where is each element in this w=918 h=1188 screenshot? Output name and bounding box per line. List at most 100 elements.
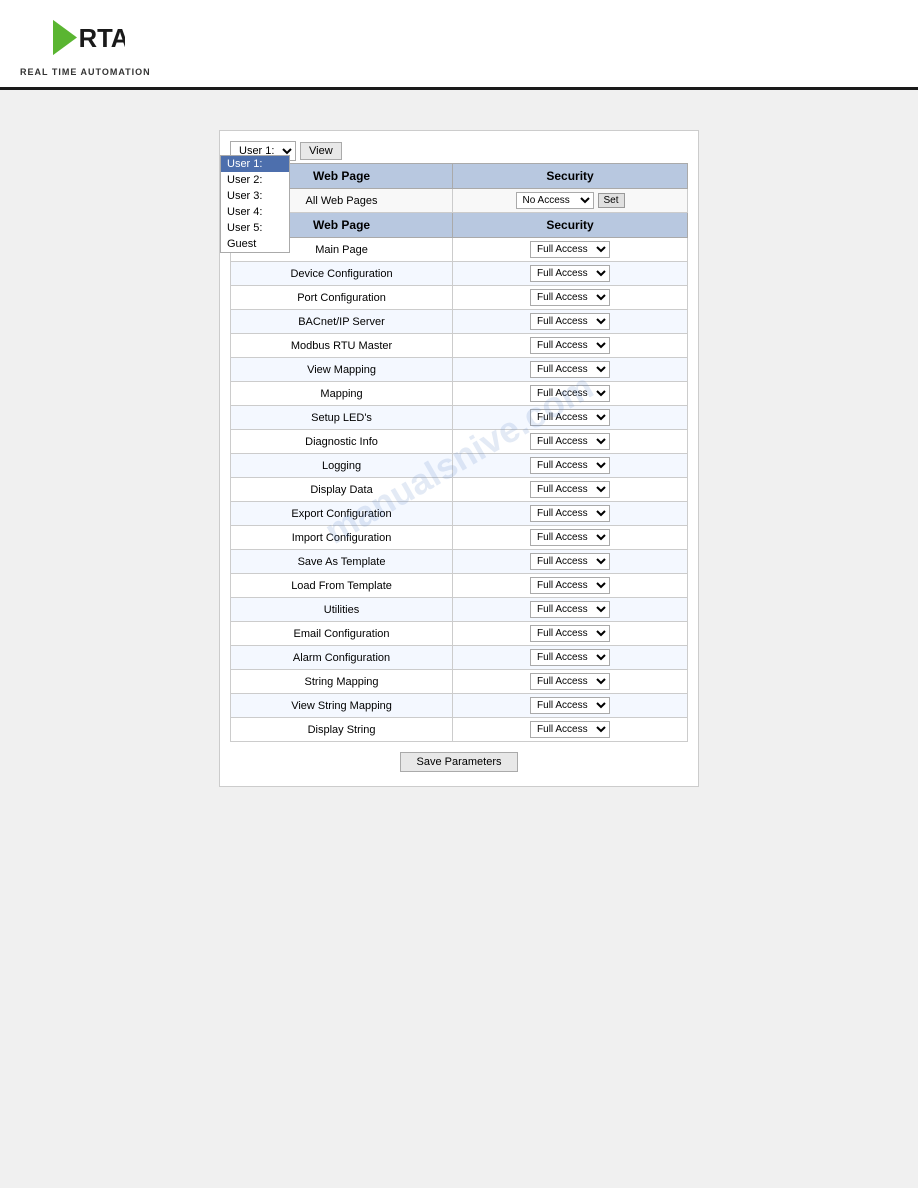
main-content: manualsnive.com User 1: User 2: User 3: … — [0, 90, 918, 827]
access-select[interactable]: Full AccessRead OnlyNo Access — [530, 697, 610, 714]
table-row: Utilities Full AccessRead OnlyNo Access — [231, 598, 688, 622]
security-cell: Full AccessRead OnlyNo Access — [453, 478, 688, 502]
webpage-label: Export Configuration — [231, 502, 453, 526]
svg-text:RTA: RTA — [79, 25, 125, 53]
access-select[interactable]: Full AccessRead OnlyNo Access — [530, 409, 610, 426]
dropdown-item-user2[interactable]: User 2: — [221, 172, 289, 188]
webpage-label: View Mapping — [231, 358, 453, 382]
security-cell: Full AccessRead OnlyNo Access — [453, 358, 688, 382]
table-row: Diagnostic Info Full AccessRead OnlyNo A… — [231, 430, 688, 454]
security-cell: Full AccessRead OnlyNo Access — [453, 382, 688, 406]
header-security-col: Security — [453, 164, 688, 189]
dropdown-item-user1[interactable]: User 1: — [221, 156, 289, 172]
access-select[interactable]: Full AccessRead OnlyNo Access — [530, 241, 610, 258]
webpage-label: Setup LED's — [231, 406, 453, 430]
table-row: Display Data Full AccessRead OnlyNo Acce… — [231, 478, 688, 502]
table-row: Display String Full AccessRead OnlyNo Ac… — [231, 718, 688, 742]
webpage-label: String Mapping — [231, 670, 453, 694]
sub-header-security: Security — [453, 213, 688, 238]
access-select[interactable]: Full AccessRead OnlyNo Access — [530, 673, 610, 690]
access-select[interactable]: Full AccessRead OnlyNo Access — [530, 529, 610, 546]
save-parameters-button[interactable]: Save Parameters — [400, 752, 519, 772]
security-cell: Full AccessRead OnlyNo Access — [453, 406, 688, 430]
set-button[interactable]: Set — [598, 193, 625, 208]
webpage-label: Display String — [231, 718, 453, 742]
security-cell: Full AccessRead OnlyNo Access — [453, 694, 688, 718]
webpage-label: BACnet/IP Server — [231, 310, 453, 334]
table-row: Import Configuration Full AccessRead Onl… — [231, 526, 688, 550]
table-row: Mapping Full AccessRead OnlyNo Access — [231, 382, 688, 406]
access-select[interactable]: Full AccessRead OnlyNo Access — [530, 265, 610, 282]
access-select[interactable]: Full AccessRead OnlyNo Access — [530, 577, 610, 594]
dropdown-item-user4[interactable]: User 4: — [221, 204, 289, 220]
access-select[interactable]: Full AccessRead OnlyNo Access — [530, 433, 610, 450]
security-cell: Full AccessRead OnlyNo Access — [453, 718, 688, 742]
access-select[interactable]: Full AccessRead OnlyNo Access — [530, 361, 610, 378]
webpage-label: Display Data — [231, 478, 453, 502]
table-row: Main Page Full AccessRead OnlyNo Access — [231, 238, 688, 262]
security-cell: Full AccessRead OnlyNo Access — [453, 430, 688, 454]
webpage-label: Port Configuration — [231, 286, 453, 310]
all-pages-access-select[interactable]: No Access Read Only Full Access — [516, 192, 594, 209]
access-select[interactable]: Full AccessRead OnlyNo Access — [530, 505, 610, 522]
access-select[interactable]: Full AccessRead OnlyNo Access — [530, 625, 610, 642]
table-row: View String Mapping Full AccessRead Only… — [231, 694, 688, 718]
security-cell: Full AccessRead OnlyNo Access — [453, 622, 688, 646]
security-cell: Full AccessRead OnlyNo Access — [453, 670, 688, 694]
table-row: Load From Template Full AccessRead OnlyN… — [231, 574, 688, 598]
dropdown-item-user5[interactable]: User 5: — [221, 220, 289, 236]
table-row: String Mapping Full AccessRead OnlyNo Ac… — [231, 670, 688, 694]
all-pages-row: All Web Pages No Access Read Only Full A… — [231, 189, 688, 213]
logo-container: RTA REAL TIME AUTOMATION — [20, 10, 151, 77]
table-row: Port Configuration Full AccessRead OnlyN… — [231, 286, 688, 310]
webpage-label: Load From Template — [231, 574, 453, 598]
security-cell: Full AccessRead OnlyNo Access — [453, 334, 688, 358]
user-dropdown-menu[interactable]: User 1: User 2: User 3: User 4: User 5: … — [220, 155, 290, 253]
security-cell: Full AccessRead OnlyNo Access — [453, 262, 688, 286]
access-select[interactable]: Full AccessRead OnlyNo Access — [530, 601, 610, 618]
dropdown-item-user3[interactable]: User 3: — [221, 188, 289, 204]
webpage-label: Logging — [231, 454, 453, 478]
security-cell: Full AccessRead OnlyNo Access — [453, 646, 688, 670]
access-select[interactable]: Full AccessRead OnlyNo Access — [530, 553, 610, 570]
security-cell: Full AccessRead OnlyNo Access — [453, 310, 688, 334]
all-pages-security-cell: No Access Read Only Full Access Set — [453, 189, 688, 213]
rta-logo-icon: RTA — [45, 10, 125, 65]
webpage-label: Save As Template — [231, 550, 453, 574]
webpage-label: Diagnostic Info — [231, 430, 453, 454]
table-row: View Mapping Full AccessRead OnlyNo Acce… — [231, 358, 688, 382]
panel: manualsnive.com User 1: User 2: User 3: … — [219, 130, 699, 787]
security-cell: Full AccessRead OnlyNo Access — [453, 238, 688, 262]
access-select[interactable]: Full AccessRead OnlyNo Access — [530, 721, 610, 738]
set-area: No Access Read Only Full Access Set — [461, 192, 679, 209]
webpage-label: Alarm Configuration — [231, 646, 453, 670]
webpage-label: Utilities — [231, 598, 453, 622]
webpage-label: Device Configuration — [231, 262, 453, 286]
table-row: Setup LED's Full AccessRead OnlyNo Acces… — [231, 406, 688, 430]
webpage-label: View String Mapping — [231, 694, 453, 718]
table-row: Email Configuration Full AccessRead Only… — [231, 622, 688, 646]
access-select[interactable]: Full AccessRead OnlyNo Access — [530, 481, 610, 498]
table-row: Device Configuration Full AccessRead Onl… — [231, 262, 688, 286]
access-select[interactable]: Full AccessRead OnlyNo Access — [530, 289, 610, 306]
access-select[interactable]: Full AccessRead OnlyNo Access — [530, 385, 610, 402]
webpage-label: Import Configuration — [231, 526, 453, 550]
access-select[interactable]: Full AccessRead OnlyNo Access — [530, 649, 610, 666]
dropdown-item-guest[interactable]: Guest — [221, 236, 289, 252]
table-row: Alarm Configuration Full AccessRead Only… — [231, 646, 688, 670]
webpage-label: Email Configuration — [231, 622, 453, 646]
security-cell: Full AccessRead OnlyNo Access — [453, 598, 688, 622]
access-select[interactable]: Full AccessRead OnlyNo Access — [530, 337, 610, 354]
security-cell: Full AccessRead OnlyNo Access — [453, 286, 688, 310]
access-select[interactable]: Full AccessRead OnlyNo Access — [530, 313, 610, 330]
security-table: Web Page Security All Web Pages No Acces… — [230, 163, 688, 742]
security-cell: Full AccessRead OnlyNo Access — [453, 502, 688, 526]
header-row-1: Web Page Security — [231, 164, 688, 189]
logo-text: REAL TIME AUTOMATION — [20, 67, 151, 77]
security-cell: Full AccessRead OnlyNo Access — [453, 526, 688, 550]
table-row: Logging Full AccessRead OnlyNo Access — [231, 454, 688, 478]
security-cell: Full AccessRead OnlyNo Access — [453, 550, 688, 574]
access-select[interactable]: Full AccessRead OnlyNo Access — [530, 457, 610, 474]
security-cell: Full AccessRead OnlyNo Access — [453, 454, 688, 478]
view-button[interactable]: View — [300, 142, 342, 160]
